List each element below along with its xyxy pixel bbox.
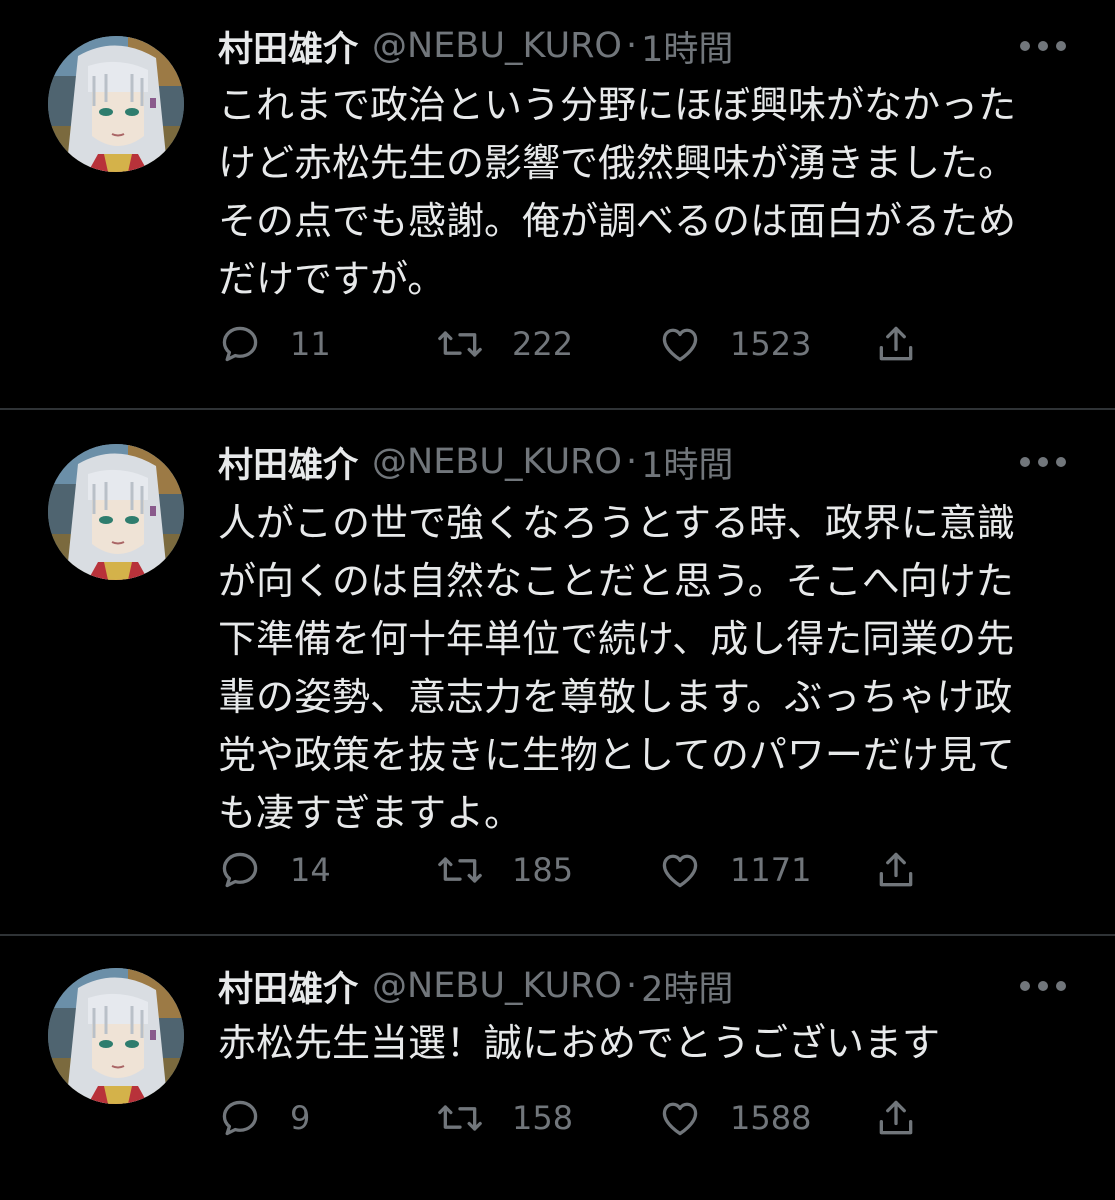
like-count: 1523 (730, 325, 812, 363)
more-dots-icon (1020, 41, 1030, 51)
share-upload-icon (879, 326, 913, 361)
separator-dot: · (625, 966, 638, 1006)
tweet-text: これまで政治という分野にほぼ興味がなかった けど赤松先生の影響で俄然興味が湧きま… (218, 76, 1078, 308)
reply-count: 11 (290, 325, 331, 363)
retweet-icon (438, 1105, 482, 1131)
tweet-1[interactable]: 村田雄介 @NEBU_KURO · 1時間 これまで政治という分野にほぼ興味がな… (0, 0, 1115, 408)
more-button[interactable] (1020, 452, 1066, 472)
more-dots-icon (1056, 41, 1066, 51)
more-button[interactable] (1020, 976, 1066, 996)
heart-icon (662, 328, 698, 362)
user-handle[interactable]: @NEBU_KURO (372, 26, 622, 66)
retweet-button[interactable]: 222 (436, 320, 573, 368)
more-dots-icon (1038, 457, 1048, 467)
retweet-count: 158 (512, 1099, 574, 1137)
like-count: 1588 (730, 1099, 812, 1137)
reply-count: 9 (290, 1099, 311, 1137)
tweet-text: 赤松先生当選！誠におめでとうございます (218, 1014, 1078, 1072)
tweet-actions: 9 158 1588 (218, 1094, 938, 1142)
tweet-text-line: 輩の姿勢、意志力を尊敬します。ぶっちゃけ政 (218, 675, 1013, 719)
retweet-count: 185 (512, 851, 574, 889)
tweet-3[interactable]: 村田雄介 @NEBU_KURO · 2時間 赤松先生当選！誠におめでとうございま… (0, 936, 1115, 1200)
user-handle[interactable]: @NEBU_KURO (372, 966, 622, 1006)
timestamp[interactable]: 1時間 (641, 437, 733, 488)
separator-dot: · (625, 442, 638, 482)
reply-button[interactable]: 9 (218, 1094, 310, 1142)
tweet-text-line: だけですが。 (218, 257, 446, 301)
tweet-text-line: も凄すぎますよ。 (218, 791, 523, 835)
share-button[interactable] (874, 320, 918, 368)
reply-bubble-icon (222, 1100, 258, 1136)
share-upload-icon (879, 852, 913, 887)
retweet-icon (438, 331, 482, 357)
tweet-text-line: 人がこの世で強くなろうとする時、政界に意識 (218, 501, 1015, 545)
like-button[interactable]: 1523 (658, 320, 811, 368)
display-name[interactable]: 村田雄介 (218, 961, 358, 1012)
reply-button[interactable]: 14 (218, 846, 331, 894)
more-dots-icon (1056, 457, 1066, 467)
share-button[interactable] (874, 846, 918, 894)
tweet-header: 村田雄介 @NEBU_KURO · 1時間 (218, 20, 733, 72)
more-dots-icon (1056, 981, 1066, 991)
share-upload-icon (879, 1100, 913, 1135)
tweet-actions: 11 222 1523 (218, 320, 938, 368)
tweet-text-line: その点でも感謝。俺が調べるのは面白がるため (218, 199, 1017, 243)
retweet-button[interactable]: 158 (436, 1094, 573, 1142)
heart-icon (662, 854, 698, 888)
tweet-header: 村田雄介 @NEBU_KURO · 1時間 (218, 436, 733, 488)
avatar[interactable] (48, 444, 184, 580)
tweet-text-line: 下準備を何十年単位で続け、成し得た同業の先 (218, 617, 1015, 661)
more-dots-icon (1038, 41, 1048, 51)
tweet-text-line: これまで政治という分野にほぼ興味がなかった (218, 83, 1017, 127)
more-dots-icon (1038, 981, 1048, 991)
tweet-text-line: が向くのは自然なことだと思う。そこへ向けた (218, 559, 1014, 603)
tweet-text-line: 党や政策を抜きに生物としてのパワーだけ見て (218, 733, 1015, 777)
reply-bubble-icon (222, 852, 258, 888)
tweet-text-line: けど赤松先生の影響で俄然興味が湧きました。 (218, 141, 1017, 185)
like-button[interactable]: 1588 (658, 1094, 811, 1142)
reply-bubble-icon (222, 326, 258, 362)
tweet-text-line: 赤松先生当選！誠におめでとうございます (218, 1021, 941, 1065)
display-name[interactable]: 村田雄介 (218, 21, 358, 72)
avatar[interactable] (48, 36, 184, 172)
share-button[interactable] (874, 1094, 918, 1142)
timestamp[interactable]: 2時間 (641, 961, 733, 1012)
more-dots-icon (1020, 981, 1030, 991)
tweet-timeline: 村田雄介 @NEBU_KURO · 1時間 これまで政治という分野にほぼ興味がな… (0, 0, 1115, 1200)
tweet-actions: 14 185 1171 (218, 846, 938, 894)
like-button[interactable]: 1171 (658, 846, 811, 894)
reply-count: 14 (290, 851, 331, 889)
tweet-header: 村田雄介 @NEBU_KURO · 2時間 (218, 960, 733, 1012)
timestamp[interactable]: 1時間 (641, 21, 733, 72)
separator-dot: · (625, 26, 638, 66)
more-dots-icon (1020, 457, 1030, 467)
display-name[interactable]: 村田雄介 (218, 437, 358, 488)
like-count: 1171 (730, 851, 812, 889)
tweet-text: 人がこの世で強くなろうとする時、政界に意識 が向くのは自然なことだと思う。そこへ… (218, 494, 1078, 842)
user-handle[interactable]: @NEBU_KURO (372, 442, 622, 482)
more-button[interactable] (1020, 36, 1066, 56)
retweet-button[interactable]: 185 (436, 846, 573, 894)
retweet-count: 222 (512, 325, 574, 363)
reply-button[interactable]: 11 (218, 320, 331, 368)
tweet-2[interactable]: 村田雄介 @NEBU_KURO · 1時間 人がこの世で強くなろうとする時、政界… (0, 410, 1115, 934)
avatar[interactable] (48, 968, 184, 1104)
retweet-icon (438, 857, 482, 883)
heart-icon (662, 1102, 698, 1136)
